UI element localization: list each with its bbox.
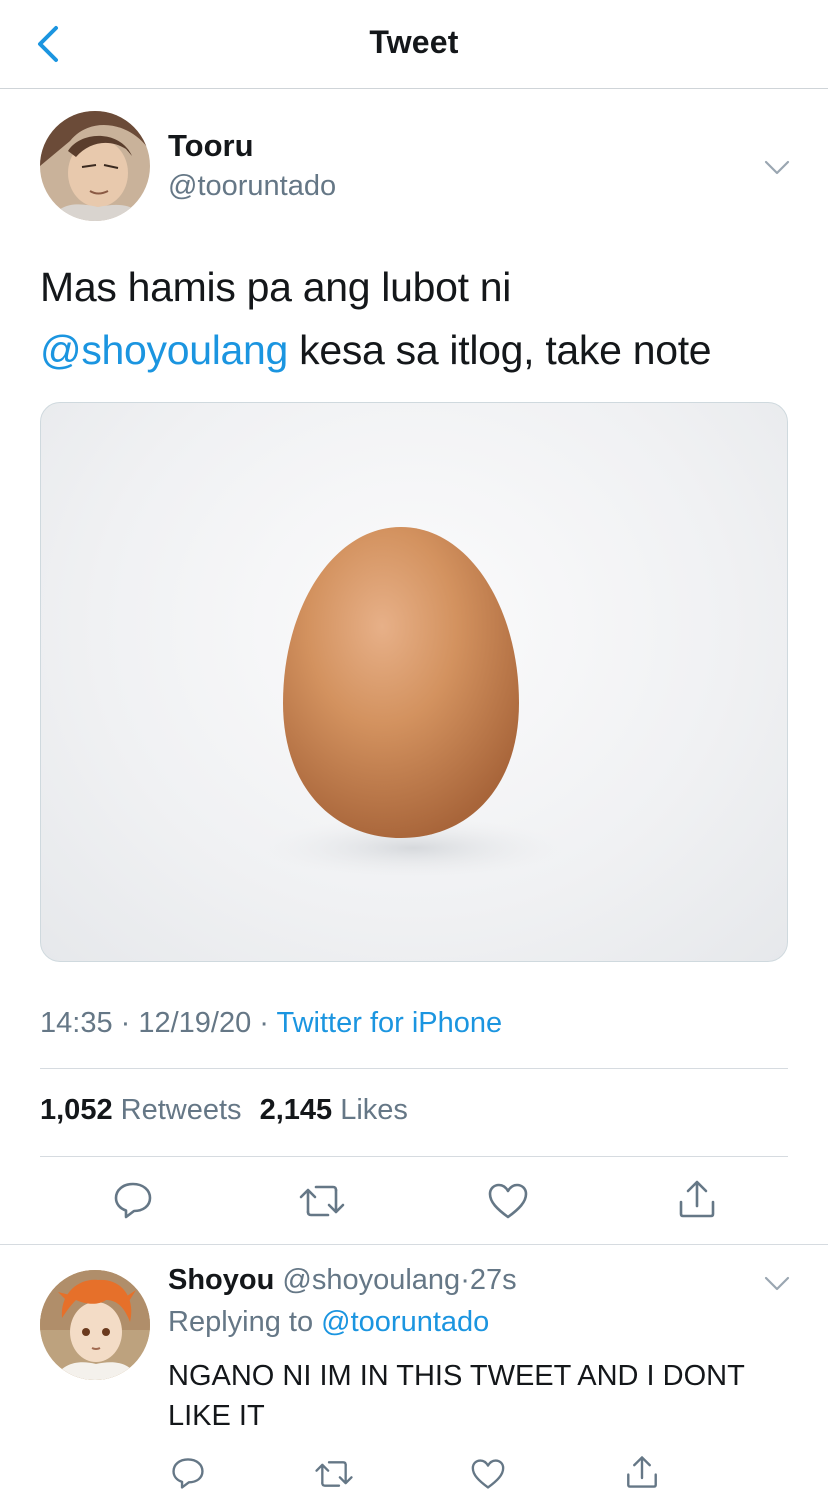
like-icon: [471, 1459, 505, 1489]
retweets-count: 1,052: [40, 1094, 113, 1126]
author-name[interactable]: Tooru: [168, 128, 254, 164]
replying-prefix: Replying to: [168, 1306, 322, 1338]
reply-share-button[interactable]: [624, 1454, 660, 1495]
reply-reply-button[interactable]: [170, 1456, 206, 1495]
likes-stat[interactable]: 2,145 Likes: [260, 1094, 408, 1126]
tweet-source-link[interactable]: Twitter for iPhone: [277, 1007, 503, 1039]
reply-separator: ·: [460, 1264, 470, 1296]
share-button[interactable]: [676, 1178, 718, 1225]
reply-like-button[interactable]: [470, 1458, 506, 1495]
reply-text: NGANO NI IM IN THIS TWEET AND I DONT LIK…: [168, 1360, 745, 1432]
like-button[interactable]: [487, 1182, 529, 1225]
chevron-down-icon: [764, 160, 790, 175]
author-avatar[interactable]: [40, 111, 150, 221]
tweet-time: 14:35: [40, 1007, 113, 1039]
reply-button[interactable]: [112, 1180, 154, 1225]
nav-bar: Tweet: [0, 0, 828, 89]
reply-icon: [172, 1458, 204, 1489]
share-icon: [679, 1180, 715, 1218]
chevron-down-icon: [764, 1276, 790, 1291]
tweet-meta: 14:35 · 12/19/20 · Twitter for iPhone: [40, 1007, 502, 1040]
divider: [40, 1068, 788, 1069]
like-icon: [488, 1183, 528, 1219]
retweets-stat[interactable]: 1,052 Retweets: [40, 1094, 242, 1126]
reply-author-avatar[interactable]: [40, 1270, 150, 1380]
author-handle[interactable]: @tooruntado: [168, 170, 336, 203]
meta-separator: ·: [251, 1007, 277, 1039]
divider: [0, 1244, 828, 1245]
tweet-stats: 1,052 Retweets 2,145 Likes: [40, 1094, 418, 1127]
meta-separator: ·: [112, 1007, 139, 1039]
retweet-icon: [299, 1185, 345, 1217]
reply-time: 27s: [469, 1264, 517, 1296]
reply-header: Shoyou @shoyoulang·27s: [168, 1264, 517, 1297]
retweet-button[interactable]: [298, 1182, 346, 1225]
page-title: Tweet: [369, 24, 459, 60]
reply-icon: [114, 1182, 152, 1219]
reply-author-handle[interactable]: @shoyoulang: [282, 1264, 460, 1296]
replying-to-link[interactable]: @tooruntado: [321, 1306, 489, 1338]
tweet-text-part2: kesa sa itlog, take note: [288, 327, 712, 373]
reply-author-name[interactable]: Shoyou: [168, 1264, 274, 1296]
tweet-text: Mas hamis pa ang lubot ni @shoyoulang ke…: [40, 256, 800, 382]
retweets-label: Retweets: [120, 1094, 242, 1126]
reply-retweet-button[interactable]: [314, 1458, 354, 1495]
divider: [40, 1156, 788, 1157]
mention-link[interactable]: @shoyoulang: [40, 327, 288, 373]
tweet-text-part1: Mas hamis pa ang lubot ni: [40, 264, 512, 310]
share-icon: [627, 1456, 657, 1488]
tweet-image-egg[interactable]: [40, 402, 788, 962]
tweet-date: 12/19/20: [138, 1007, 252, 1039]
likes-label: Likes: [340, 1094, 408, 1126]
reply-options-button[interactable]: [762, 1274, 792, 1294]
tweet-options-button[interactable]: [762, 158, 792, 178]
replying-to: Replying to @tooruntado: [168, 1306, 489, 1339]
retweet-icon: [315, 1461, 353, 1487]
likes-count: 2,145: [259, 1094, 333, 1126]
